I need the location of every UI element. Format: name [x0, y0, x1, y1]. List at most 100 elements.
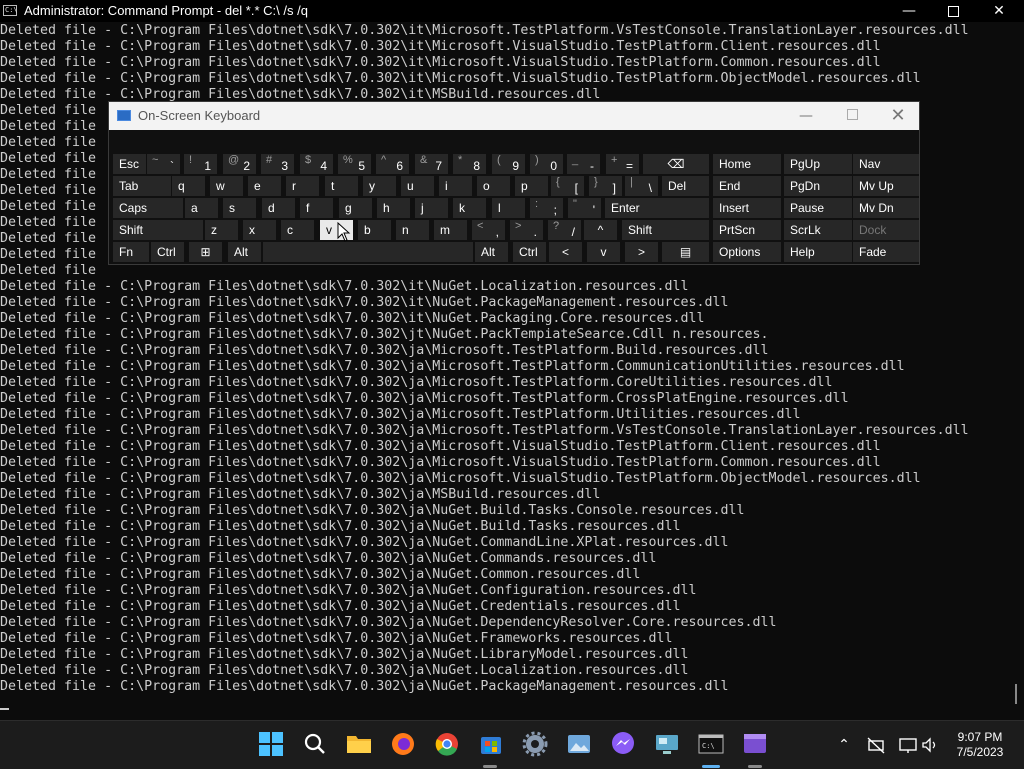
key-del[interactable]: Del	[662, 176, 709, 196]
key-p[interactable]: p	[515, 176, 548, 196]
key-l[interactable]: l	[492, 198, 525, 218]
arrow-down-key[interactable]: v	[587, 242, 620, 262]
window-titlebar[interactable]: C:\ Administrator: Command Prompt - del …	[0, 0, 1024, 22]
windows-key-key[interactable]: ⊞	[189, 242, 222, 262]
key-n[interactable]: n	[396, 220, 429, 240]
start-icon[interactable]	[256, 729, 286, 759]
key-r[interactable]: r	[286, 176, 319, 196]
chrome-icon[interactable]	[432, 729, 462, 759]
key-x[interactable]: x	[243, 220, 276, 240]
network-disconnected-icon[interactable]	[866, 735, 886, 755]
firefox-icon[interactable]	[388, 729, 418, 759]
key-o[interactable]: o	[477, 176, 510, 196]
key-mvup[interactable]: Mv Up	[853, 176, 919, 196]
key-y[interactable]: y	[363, 176, 396, 196]
key-b[interactable]: b	[358, 220, 391, 240]
search-icon[interactable]	[300, 729, 330, 759]
key-pgup[interactable]: PgUp	[784, 154, 852, 174]
key-insert[interactable]: Insert	[713, 198, 781, 218]
key-nav[interactable]: Nav	[853, 154, 919, 174]
maximize-button[interactable]	[930, 0, 976, 22]
photos-icon[interactable]	[564, 729, 594, 759]
arrow-up-key[interactable]: ^	[584, 220, 617, 240]
key-7[interactable]: & 7	[415, 154, 448, 174]
close-button[interactable]: ✕	[976, 0, 1022, 22]
key-fn[interactable]: Fn	[113, 242, 149, 262]
space-key[interactable]	[263, 242, 473, 262]
key-k[interactable]: k	[453, 198, 486, 218]
key-g[interactable]: g	[339, 198, 372, 218]
key-h[interactable]: h	[377, 198, 410, 218]
key-sym[interactable]: " '	[568, 198, 601, 218]
clipchamp-icon[interactable]	[740, 729, 770, 759]
osk-minimize-button[interactable]: —	[783, 102, 829, 130]
minimize-button[interactable]: —	[886, 0, 932, 22]
file-explorer-icon[interactable]	[344, 729, 374, 759]
backspace-key[interactable]: ⌫	[643, 154, 709, 174]
display-icon[interactable]	[898, 735, 918, 755]
key-esc[interactable]: Esc	[113, 154, 146, 174]
context-menu-key[interactable]: ▤	[662, 242, 709, 262]
on-screen-keyboard-window[interactable]: On-Screen Keyboard — ✕ Esc ~ `! 1 @2 #3 $4% 5 ^ 6…	[108, 101, 920, 265]
key-3[interactable]: #3	[261, 154, 294, 174]
console-scrollbar[interactable]	[1015, 684, 1017, 704]
key-sym[interactable]: >.	[510, 220, 543, 240]
key-enter[interactable]: Enter	[605, 198, 709, 218]
key-9[interactable]: (9	[492, 154, 525, 174]
key-a[interactable]: a	[185, 198, 218, 218]
key-help[interactable]: Help	[784, 242, 852, 262]
key-ctrl[interactable]: Ctrl	[513, 242, 546, 262]
key-sym[interactable]: + =	[606, 154, 639, 174]
settings-icon[interactable]	[520, 729, 550, 759]
osk-titlebar[interactable]: On-Screen Keyboard — ✕	[109, 102, 919, 130]
key-j[interactable]: j	[415, 198, 448, 218]
key-1[interactable]: ! 1	[184, 154, 217, 174]
key-pgdn[interactable]: PgDn	[784, 176, 852, 196]
system-clock[interactable]: 9:07 PM 7/5/2023	[944, 730, 1016, 760]
key-dock[interactable]: Dock	[853, 220, 919, 240]
key-shift[interactable]: Shift	[113, 220, 203, 240]
key-sym[interactable]: ? /	[548, 220, 581, 240]
key-sym[interactable]: | \	[625, 176, 658, 196]
key-m[interactable]: m	[434, 220, 467, 240]
chevron-up-icon[interactable]: ⌃	[834, 735, 854, 755]
key-sym[interactable]: <,	[472, 220, 505, 240]
key-i[interactable]: i	[439, 176, 472, 196]
key-q[interactable]: q	[172, 176, 205, 196]
key-w[interactable]: w	[210, 176, 243, 196]
key-2[interactable]: @2	[223, 154, 256, 174]
arrow-left-key[interactable]: <	[549, 242, 582, 262]
key-8[interactable]: * 8	[453, 154, 486, 174]
key-home[interactable]: Home	[713, 154, 781, 174]
key-z[interactable]: z	[205, 220, 238, 240]
key-end[interactable]: End	[713, 176, 781, 196]
key-sym[interactable]: :;	[530, 198, 563, 218]
key-tab[interactable]: Tab	[113, 176, 171, 196]
key-prtscn[interactable]: PrtScn	[713, 220, 781, 240]
key-scrlk[interactable]: ScrLk	[784, 220, 852, 240]
command-prompt-icon[interactable]: C:\	[696, 729, 726, 759]
key-sym[interactable]: ~ `	[147, 154, 180, 174]
key-ctrl[interactable]: Ctrl	[151, 242, 184, 262]
key-caps[interactable]: Caps	[113, 198, 183, 218]
key-t[interactable]: t	[325, 176, 358, 196]
osk-close-button[interactable]: ✕	[875, 102, 921, 130]
messenger-icon[interactable]	[608, 729, 638, 759]
osk-maximize-button[interactable]	[829, 102, 875, 130]
key-sym[interactable]: _ -	[567, 154, 600, 174]
key-alt[interactable]: Alt	[228, 242, 261, 262]
key-alt[interactable]: Alt	[475, 242, 508, 262]
key-fade[interactable]: Fade	[853, 242, 919, 262]
key-6[interactable]: ^ 6	[376, 154, 409, 174]
key-mvdn[interactable]: Mv Dn	[853, 198, 919, 218]
key-shift[interactable]: Shift	[622, 220, 709, 240]
arrow-right-key[interactable]: >	[625, 242, 658, 262]
key-pause[interactable]: Pause	[784, 198, 852, 218]
key-u[interactable]: u	[401, 176, 434, 196]
key-e[interactable]: e	[248, 176, 281, 196]
key-options[interactable]: Options	[713, 242, 781, 262]
key-f[interactable]: f	[300, 198, 333, 218]
key-5[interactable]: % 5	[338, 154, 371, 174]
key-c[interactable]: c	[281, 220, 314, 240]
key-sym[interactable]: }]	[589, 176, 622, 196]
